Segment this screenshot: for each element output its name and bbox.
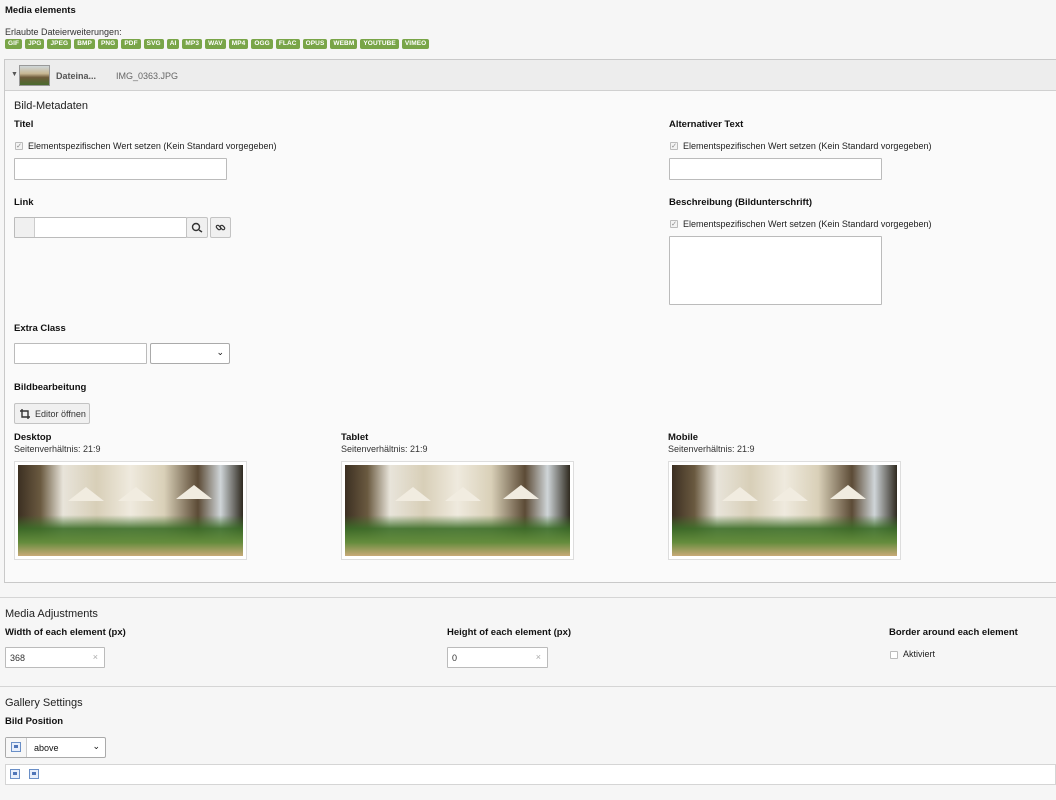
crop-mobile-preview	[668, 461, 901, 560]
extra-class-label: Extra Class	[14, 323, 66, 334]
extension-badge: JPG	[25, 39, 45, 49]
file-reference-panel: ▼ Dateina... IMG_0363.JPG Bild-Metadaten…	[4, 59, 1056, 583]
position-above-icon	[11, 742, 21, 752]
extension-badge: AI	[166, 39, 180, 49]
extra-class-select[interactable]: ⌄	[150, 343, 230, 364]
position-options-row	[5, 764, 1056, 785]
bildbearbeitung-label: Bildbearbeitung	[14, 382, 87, 393]
crop-preview-image	[345, 465, 570, 556]
height-input[interactable]: 0 ×	[447, 647, 548, 668]
crop-icon	[20, 408, 30, 419]
open-editor-button[interactable]: Editor öffnen	[14, 403, 90, 424]
media-elements-title: Media elements	[5, 5, 76, 16]
extension-badge: GIF	[5, 39, 23, 49]
file-thumbnail	[19, 65, 50, 86]
border-label: Border around each element	[889, 627, 1018, 638]
extension-badge: YOUTUBE	[360, 39, 399, 49]
link-label: Link	[14, 197, 34, 208]
link-chain-button[interactable]	[210, 217, 231, 238]
titel-label: Titel	[14, 119, 34, 130]
crop-mobile-ratio: Seitenverhältnis: 21:9	[668, 444, 755, 454]
crop-desktop-ratio: Seitenverhältnis: 21:9	[14, 444, 101, 454]
bild-position-label: Bild Position	[5, 716, 64, 727]
extension-badge: OGG	[251, 39, 273, 49]
extension-badge: WAV	[205, 39, 226, 49]
extension-badge: JPEG	[47, 39, 72, 49]
position-option-icon[interactable]	[29, 769, 39, 779]
height-label: Height of each element (px)	[447, 627, 572, 638]
allowed-extensions-label: Erlaubte Dateierweiterungen:	[5, 27, 122, 37]
extension-badge: MP3	[182, 39, 203, 49]
titel-override-label: Elementspezifischen Wert setzen (Kein St…	[28, 141, 277, 151]
link-browser-button[interactable]	[186, 217, 208, 238]
titel-input[interactable]	[14, 158, 227, 180]
alt-text-override-label: Elementspezifischen Wert setzen (Kein St…	[683, 141, 932, 151]
link-input[interactable]	[14, 217, 187, 238]
crop-mobile-name: Mobile	[668, 432, 699, 443]
border-checkbox[interactable]	[890, 651, 898, 659]
chevron-down-icon: ⌄	[92, 741, 100, 751]
beschreibung-override-label: Elementspezifischen Wert setzen (Kein St…	[683, 219, 932, 229]
extension-badges: GIF JPG JPEG BMP PNG PDF SVG AI MP3 WAV …	[5, 39, 430, 49]
extension-badge: FLAC	[275, 39, 300, 49]
gallery-settings-title: Gallery Settings	[5, 697, 83, 709]
alt-text-label: Alternativer Text	[669, 119, 744, 130]
clear-icon[interactable]: ×	[93, 652, 98, 662]
link-prefix	[15, 218, 35, 237]
extension-badge: PNG	[97, 39, 119, 49]
file-name: IMG_0363.JPG	[116, 71, 179, 81]
beschreibung-override-checkbox[interactable]: ✓	[670, 220, 678, 228]
extension-badge: PDF	[121, 39, 141, 49]
clear-icon[interactable]: ×	[536, 652, 541, 662]
chevron-down-icon: ⌄	[216, 347, 224, 357]
extra-class-input[interactable]	[14, 343, 147, 364]
position-option-icon[interactable]	[10, 769, 20, 779]
crop-tablet-name: Tablet	[341, 432, 369, 443]
beschreibung-textarea[interactable]	[669, 236, 882, 305]
alt-text-override-checkbox[interactable]: ✓	[670, 142, 678, 150]
width-input[interactable]: 368 ×	[5, 647, 105, 668]
check-icon: ✓	[671, 143, 677, 150]
check-icon: ✓	[671, 221, 677, 228]
crop-desktop-name: Desktop	[14, 432, 52, 443]
open-editor-label: Editor öffnen	[35, 408, 86, 419]
crop-tablet-ratio: Seitenverhältnis: 21:9	[341, 444, 428, 454]
crop-preview-image	[672, 465, 897, 556]
chain-link-icon	[215, 224, 226, 231]
crop-tablet-preview	[341, 461, 574, 560]
extension-badge: VIMEO	[401, 39, 430, 49]
alt-text-input[interactable]	[669, 158, 882, 180]
width-label: Width of each element (px)	[5, 627, 126, 638]
link-browse-icon	[191, 222, 203, 233]
divider	[0, 686, 1056, 687]
media-adjustments-title: Media Adjustments	[5, 608, 98, 620]
extension-badge: BMP	[74, 39, 95, 49]
file-panel-header[interactable]: ▼ Dateina... IMG_0363.JPG	[5, 60, 1056, 91]
collapse-caret-icon[interactable]: ▼	[11, 71, 18, 78]
crop-desktop-preview	[14, 461, 247, 560]
bild-position-select[interactable]: above ⌄	[5, 737, 106, 758]
crop-preview-image	[18, 465, 243, 556]
beschreibung-label: Beschreibung (Bildunterschrift)	[669, 197, 813, 208]
metadata-title: Bild-Metadaten	[14, 100, 88, 112]
extension-badge: SVG	[143, 39, 164, 49]
extension-badge: OPUS	[302, 39, 328, 49]
divider	[0, 597, 1056, 598]
titel-override-checkbox[interactable]: ✓	[15, 142, 23, 150]
extension-badge: WEBM	[330, 39, 358, 49]
check-icon: ✓	[16, 143, 22, 150]
border-checkbox-label: Aktiviert	[903, 649, 936, 659]
file-label: Dateina...	[56, 71, 97, 81]
extension-badge: MP4	[228, 39, 249, 49]
